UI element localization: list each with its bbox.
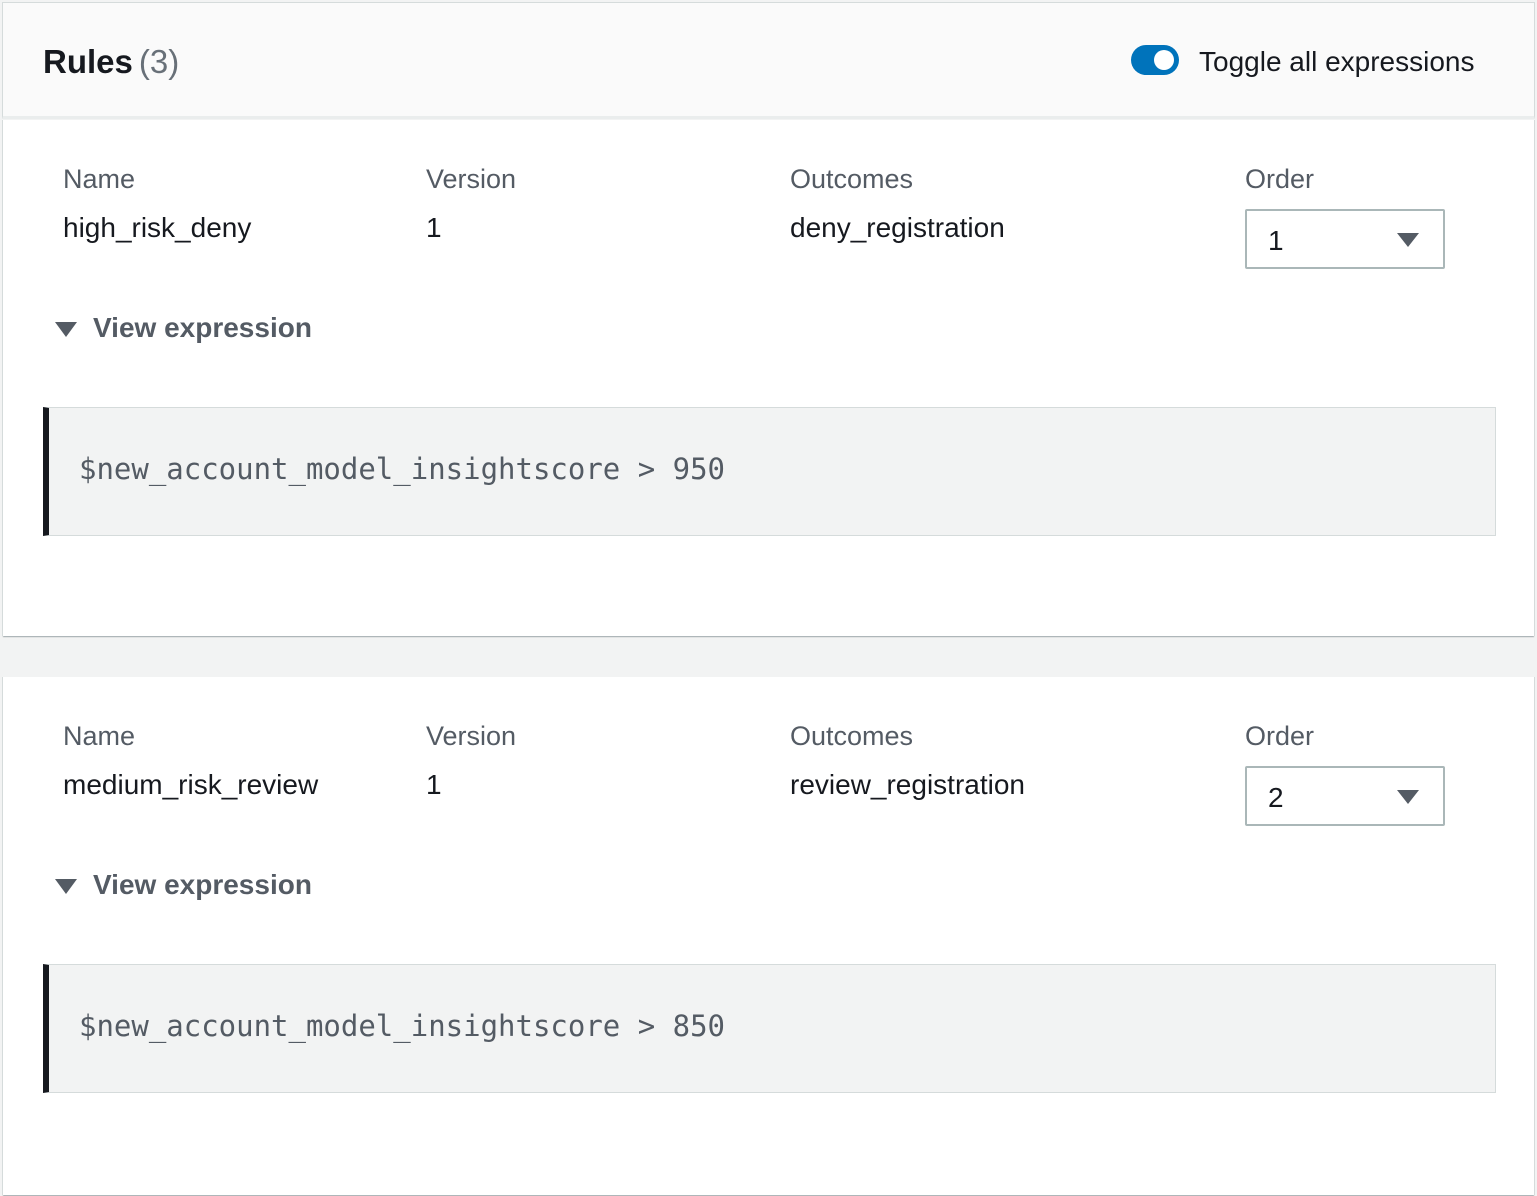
- rule-outcomes: deny_registration: [790, 212, 1005, 243]
- rule-name: high_risk_deny: [63, 212, 252, 243]
- order-select-value: 2: [1268, 782, 1284, 813]
- outcomes-label: Outcomes: [790, 721, 914, 751]
- rules-count: (3): [138, 43, 180, 80]
- rules-header: Rules (3) Toggle all expressions: [2, 2, 1535, 119]
- title-text: Rules: [43, 43, 133, 80]
- caret-down-icon: [1397, 233, 1419, 247]
- rule-version: 1: [426, 769, 442, 800]
- expression-block: $new_account_model_insightscore > 950: [43, 407, 1496, 536]
- outcomes-label: Outcomes: [790, 164, 914, 194]
- rule-card: Name Version Outcomes Order high_risk_de…: [2, 120, 1535, 636]
- order-select[interactable]: 2: [1245, 766, 1445, 826]
- version-label: Version: [426, 721, 517, 751]
- rule-card: Name Version Outcomes Order medium_risk_…: [2, 677, 1535, 1195]
- caret-down-icon: [55, 322, 77, 337]
- view-expression-label: View expression: [93, 869, 312, 900]
- name-label: Name: [63, 721, 136, 751]
- rule-name: medium_risk_review: [63, 769, 319, 800]
- order-label: Order: [1245, 164, 1315, 194]
- order-label: Order: [1245, 721, 1315, 751]
- caret-down-icon: [55, 879, 77, 894]
- order-select-value: 1: [1268, 225, 1284, 256]
- expression-block: $new_account_model_insightscore > 850: [43, 964, 1496, 1093]
- name-label: Name: [63, 164, 136, 194]
- page-title: Rules (3): [43, 43, 179, 81]
- expression-text: $new_account_model_insightscore > 950: [79, 452, 726, 486]
- version-label: Version: [426, 164, 517, 194]
- view-expression-label: View expression: [93, 312, 312, 343]
- toggle-all-expressions-label[interactable]: Toggle all expressions: [1199, 46, 1475, 78]
- toggle-knob: [1154, 50, 1174, 70]
- caret-down-icon: [1397, 790, 1419, 804]
- order-select[interactable]: 1: [1245, 209, 1445, 269]
- expression-text: $new_account_model_insightscore > 850: [79, 1009, 726, 1043]
- rule-outcomes: review_registration: [790, 769, 1025, 800]
- rule-version: 1: [426, 212, 442, 243]
- toggle-all-expressions-switch[interactable]: [1131, 45, 1179, 75]
